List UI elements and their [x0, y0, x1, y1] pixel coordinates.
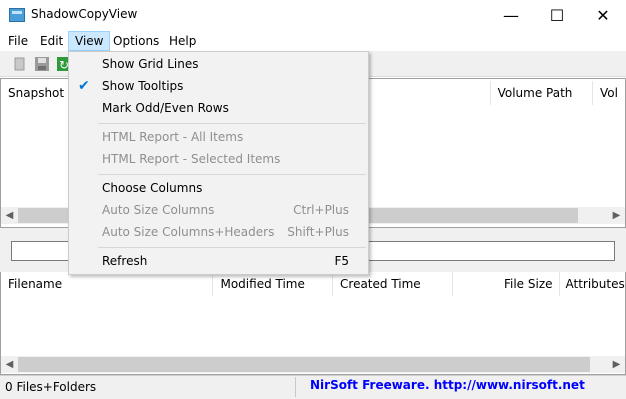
scroll-right-icon[interactable]: ▶ — [608, 356, 625, 373]
menu-item-label: HTML Report - Selected Items — [102, 152, 281, 166]
app-icon — [9, 8, 25, 22]
menu-item-label: HTML Report - All Items — [102, 130, 244, 144]
menu-item-choose-columns[interactable]: Choose Columns — [69, 177, 368, 199]
scroll-right-icon[interactable]: ▶ — [608, 207, 625, 224]
maximize-button[interactable]: ☐ — [534, 0, 580, 31]
files-list-header: Filename Modified Time Created Time File… — [1, 272, 625, 296]
menu-item-shortcut: F5 — [334, 254, 349, 268]
menu-item-html-report-all[interactable]: HTML Report - All Items — [69, 126, 368, 148]
menu-item-mark-odd-even-rows[interactable]: Mark Odd/Even Rows — [69, 97, 368, 119]
column-header-attributes[interactable]: Attributes — [560, 272, 625, 296]
menu-item-refresh[interactable]: Refresh F5 — [69, 250, 368, 272]
column-header-volume[interactable]: Vol — [593, 81, 625, 105]
menu-file[interactable]: File — [2, 31, 34, 51]
menu-item-label: Show Tooltips — [102, 79, 184, 93]
menu-item-shortcut: Shift+Plus — [287, 225, 349, 239]
menu-item-auto-size-columns-headers[interactable]: Auto Size Columns+Headers Shift+Plus — [69, 221, 368, 243]
menu-item-label: Mark Odd/Even Rows — [102, 101, 229, 115]
menu-options[interactable]: Options — [107, 31, 165, 51]
column-header-modified-time[interactable]: Modified Time — [213, 272, 334, 296]
column-header-filename[interactable]: Filename — [1, 272, 214, 296]
scroll-left-icon[interactable]: ◀ — [1, 356, 18, 373]
menu-item-label: Show Grid Lines — [102, 57, 199, 71]
scroll-left-icon[interactable]: ◀ — [1, 207, 18, 224]
checkmark-icon: ✔ — [78, 78, 90, 94]
nirsoft-link[interactable]: NirSoft Freeware. http://www.nirsoft.net — [310, 378, 585, 392]
menu-item-show-tooltips[interactable]: ✔ Show Tooltips — [69, 75, 368, 97]
menu-help[interactable]: Help — [163, 31, 202, 51]
menu-separator — [98, 174, 366, 175]
open-icon[interactable] — [12, 56, 28, 72]
menu-item-label: Auto Size Columns+Headers — [102, 225, 275, 239]
menu-separator — [98, 247, 366, 248]
window-title: ShadowCopyView — [31, 7, 138, 21]
menu-item-shortcut: Ctrl+Plus — [293, 203, 349, 217]
menu-separator — [98, 123, 366, 124]
menu-item-label: Refresh — [102, 254, 148, 268]
column-header-file-size[interactable]: File Size — [453, 272, 560, 296]
save-icon[interactable] — [34, 56, 50, 72]
column-header-created-time[interactable]: Created Time — [333, 272, 453, 296]
status-divider — [295, 377, 296, 397]
column-header-volume-path[interactable]: Volume Path — [491, 81, 593, 105]
menu-item-auto-size-columns[interactable]: Auto Size Columns Ctrl+Plus — [69, 199, 368, 221]
status-item-count: 0 Files+Folders — [5, 380, 97, 394]
menu-item-label: Auto Size Columns — [102, 203, 215, 217]
view-menu-dropdown: Show Grid Lines ✔ Show Tooltips Mark Odd… — [68, 51, 369, 275]
files-list-hscroll[interactable]: ◀ ▶ — [1, 356, 625, 373]
close-button[interactable]: ✕ — [580, 0, 626, 31]
menu-edit[interactable]: Edit — [34, 31, 69, 51]
scroll-thumb[interactable] — [18, 357, 590, 372]
menu-item-label: Choose Columns — [102, 181, 203, 195]
menu-view[interactable]: View — [68, 31, 111, 51]
menu-item-show-grid-lines[interactable]: Show Grid Lines — [69, 53, 368, 75]
minimize-button[interactable]: — — [488, 0, 534, 31]
menu-item-html-report-selected[interactable]: HTML Report - Selected Items — [69, 148, 368, 170]
